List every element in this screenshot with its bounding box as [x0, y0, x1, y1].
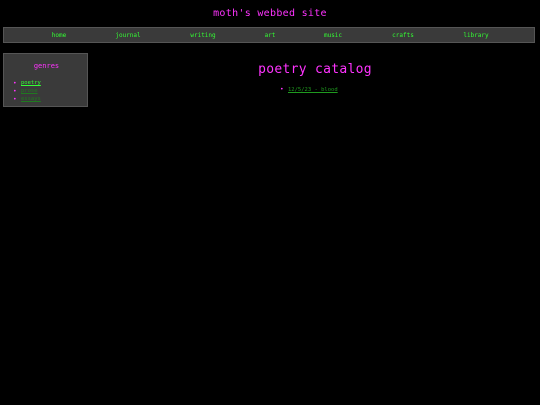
sidebar-title: genres [33, 62, 60, 70]
bullet-icon: • [13, 87, 17, 95]
bullet-icon: • [13, 79, 17, 87]
nav-home-link[interactable]: home [52, 32, 66, 39]
genre-link-prose[interactable]: prose [21, 88, 38, 94]
nav-music-link[interactable]: music [324, 32, 342, 39]
site-title: moth's webbed site [213, 8, 327, 19]
genre-list: • poetry • prose • essays [13, 79, 41, 103]
genres-sidebar: genres • poetry • prose • essays [3, 53, 88, 107]
nav-library-link[interactable]: library [463, 32, 488, 39]
nav-bar: home journal writing art music crafts li… [3, 27, 535, 43]
nav-art-link[interactable]: art [265, 32, 276, 39]
genre-link-essays[interactable]: essays [21, 96, 41, 102]
nav-writing-link[interactable]: writing [190, 32, 215, 39]
poem-entry: • 12/5/23 - blood [280, 86, 338, 93]
genre-item-essays: • essays [13, 95, 41, 103]
poem-entry-list: • 12/5/23 - blood [280, 86, 338, 93]
page-title: poetry catalog [258, 62, 372, 77]
genre-link-poetry[interactable]: poetry [21, 80, 41, 86]
bullet-icon: • [280, 86, 284, 93]
poem-entry-link[interactable]: 12/5/23 - blood [288, 87, 338, 93]
bullet-icon: • [13, 95, 17, 103]
genre-item-prose: • prose [13, 87, 41, 95]
genre-item-poetry: • poetry [13, 79, 41, 87]
nav-journal-link[interactable]: journal [115, 32, 140, 39]
nav-crafts-link[interactable]: crafts [392, 32, 414, 39]
